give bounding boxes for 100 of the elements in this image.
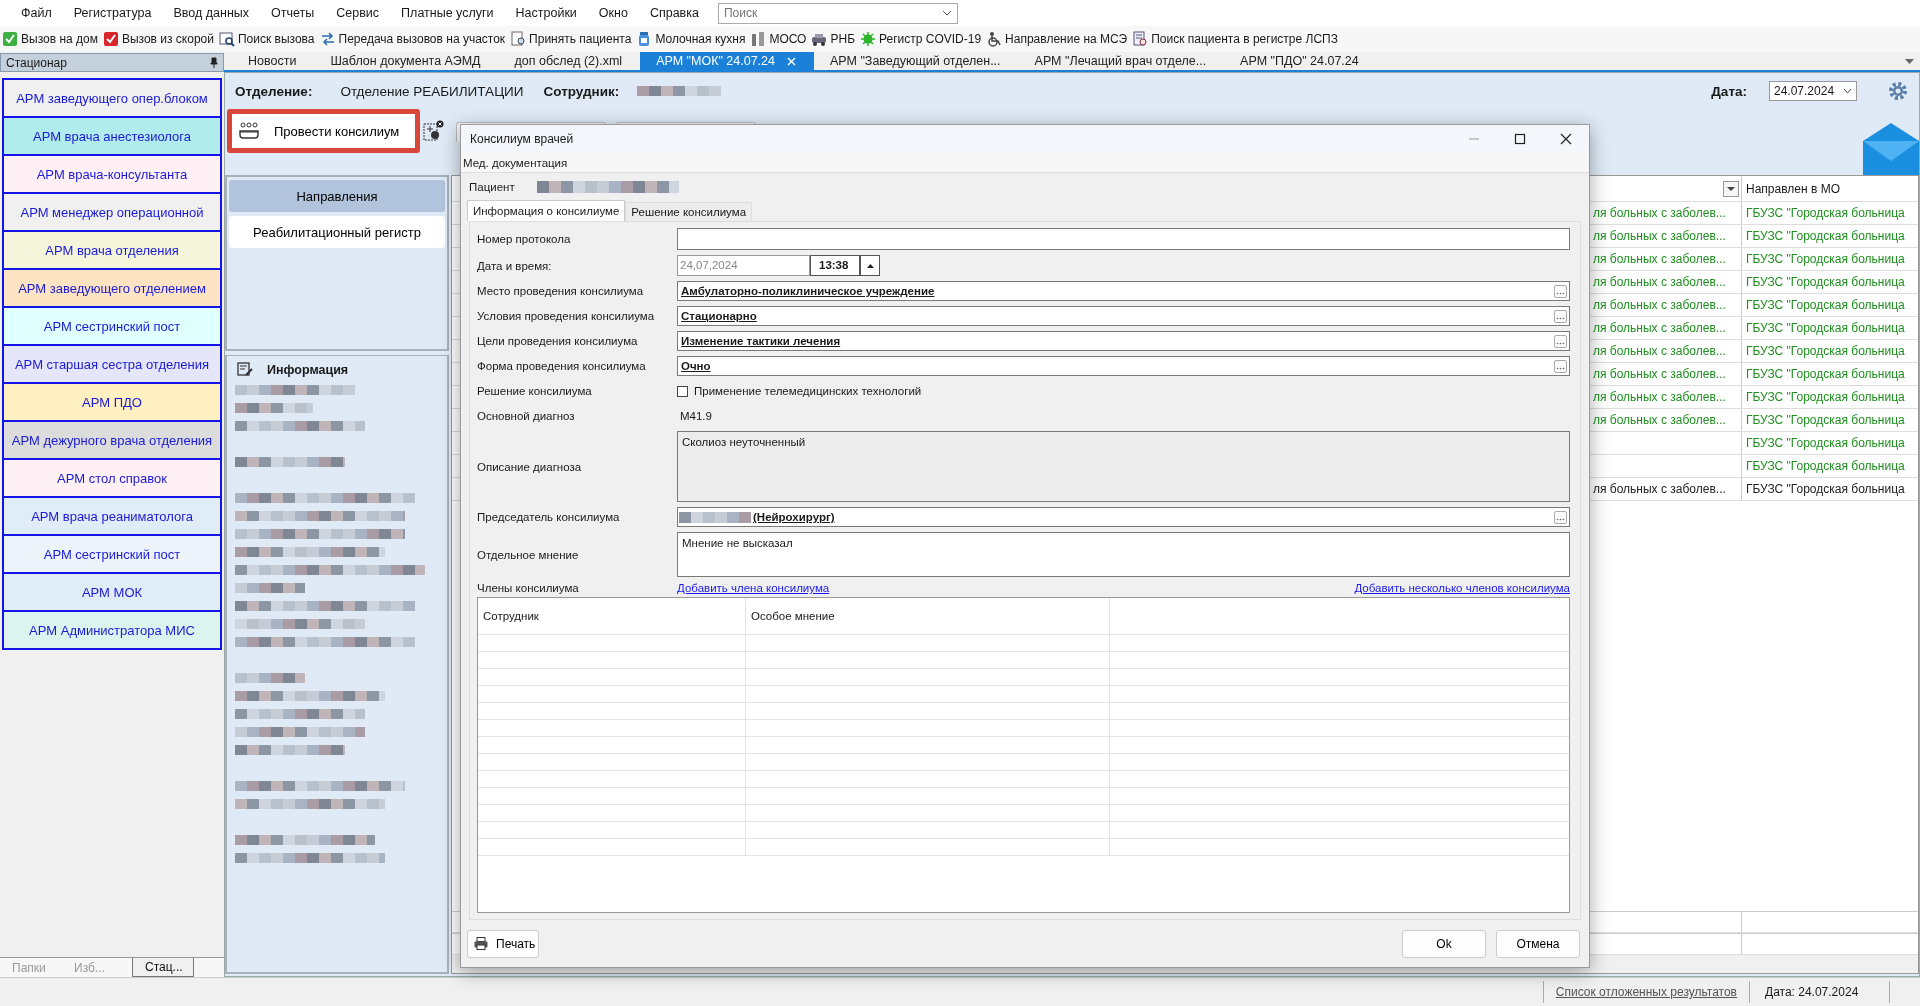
sidebar-button[interactable]: АРМ ПДО [2, 382, 222, 422]
toolbar-button[interactable]: Принять пациента [510, 31, 632, 47]
text-area[interactable]: Мнение не высказал [677, 532, 1570, 577]
ellipsis-icon [1556, 341, 1565, 345]
filter-dropdown[interactable] [1723, 180, 1739, 197]
link[interactable]: Добавить несколько членов консилиума [1354, 582, 1570, 594]
menu-item[interactable]: Ввод данных [162, 6, 261, 20]
text-area[interactable]: Сколиоз неуточненный [677, 431, 1570, 502]
cancel-button[interactable]: Отмена [1496, 929, 1580, 958]
tab[interactable]: Информация о консилиуме [467, 200, 626, 221]
link[interactable]: Добавить члена консилиума [677, 582, 830, 594]
input-field[interactable] [677, 228, 1570, 250]
field-label: Цели проведения консилиума [477, 335, 639, 347]
menu-item[interactable]: Окно [587, 6, 639, 20]
lookup-field[interactable]: (Нейрохирург) [677, 507, 1570, 527]
toolbar-button[interactable]: РНБ [811, 31, 855, 47]
field-label: Пациент [469, 181, 515, 193]
tab[interactable]: Решение консилиума [625, 202, 753, 221]
toolbar-button[interactable]: Вызов из скорой [102, 31, 214, 47]
field-value: M41.9 [679, 410, 712, 422]
nav-item[interactable]: Направления [229, 180, 445, 212]
search-field[interactable]: Поиск [717, 2, 958, 24]
toolbar-button[interactable]: Поиск пациента в регистре ЛСПЗ [1132, 31, 1338, 47]
link[interactable]: Список отложенных результатов [1542, 981, 1750, 1003]
sidebar-button[interactable]: АРМ врача отделения [2, 230, 222, 270]
toolbar-button[interactable]: Передача вызовов на участок [319, 31, 506, 47]
document-remove-icon [422, 120, 444, 142]
sidebar-button[interactable]: АРМ сестринский пост [2, 306, 222, 346]
action-button[interactable]: Провести консилиум [227, 109, 420, 153]
tab[interactable]: Шаблон документа АЭМД [314, 52, 499, 70]
toolbar-button[interactable] [420, 120, 446, 142]
menu-item[interactable]: Настройки [504, 6, 588, 20]
toolbar-button[interactable]: Вызов на дом [2, 31, 98, 47]
toolbar-button[interactable]: Поиск вызова [219, 31, 315, 47]
section-title: Информация [267, 362, 349, 377]
table-cell: ля больных с заболев... [1593, 367, 1726, 381]
field-label: Основной диагноз [477, 410, 576, 422]
field-label: Описание диагноза [477, 460, 583, 473]
browse-button[interactable] [1554, 284, 1567, 298]
dropdown-arrow-icon [1905, 58, 1914, 64]
sidebar-button[interactable]: АРМ МОК [2, 572, 222, 612]
sidebar-button[interactable]: АРМ врача анестезиолога [2, 116, 222, 156]
ellipsis-icon [1556, 366, 1565, 370]
virus-icon [860, 31, 876, 47]
tab[interactable]: АРМ "Заведующий отделен... [814, 52, 1019, 70]
sidebar-button[interactable]: АРМ Администратора МИС [2, 610, 222, 650]
menu-item[interactable]: Платные услуги [390, 6, 505, 20]
table-cell: ГБУЗС "Городская больница [1746, 298, 1905, 312]
menu-item[interactable]: Мед. документация [463, 156, 568, 169]
toolbar-button[interactable]: МОСО [750, 31, 807, 47]
table-cell: ля больных с заболев... [1593, 413, 1726, 427]
toolbar-button[interactable]: Молочная кухня [636, 31, 746, 47]
print-button[interactable]: Печать [467, 929, 539, 958]
browse-button[interactable] [1554, 359, 1567, 373]
menu-item[interactable]: Сервис [325, 6, 391, 20]
checkbox[interactable] [677, 385, 688, 397]
tab[interactable]: Новости [232, 52, 315, 70]
sidebar-button[interactable]: АРМ дежурного врача отделения [2, 420, 222, 460]
panel-title: Стационар [6, 55, 67, 70]
lookup-field[interactable]: Изменение тактики лечения [677, 331, 1570, 351]
column-header: Сотрудник [478, 598, 746, 634]
window-title: Консилиум врачей [470, 132, 574, 146]
menu-item[interactable]: Отчеты [260, 6, 326, 20]
table-cell: ГБУЗС "Городская больница [1746, 390, 1905, 404]
field-label: Члены консилиума [477, 582, 580, 594]
table-cell: ГБУЗС "Городская больница [1746, 321, 1905, 335]
time-field[interactable]: 13:38 [810, 255, 860, 276]
lookup-field[interactable]: Амбулаторно-поликлиническое учреждение [677, 281, 1570, 301]
tab[interactable]: АРМ "МОК" 24.07.24 [640, 52, 814, 70]
toolbar-button[interactable]: Регистр COVID-19 [860, 31, 982, 47]
browse-button[interactable] [1554, 510, 1567, 524]
sidebar-button[interactable]: АРМ врача-консультанта [2, 154, 222, 194]
nav-item[interactable]: Реабилитационный регистр [229, 216, 445, 248]
dropdown-arrow-icon [1727, 186, 1735, 191]
menu-item[interactable]: Справка [638, 6, 710, 20]
sidebar-button[interactable]: АРМ заведующего опер.блоком [2, 78, 222, 118]
spin-button[interactable] [860, 255, 880, 276]
sidebar-button[interactable]: АРМ заведующего отделением [2, 268, 222, 308]
date-field[interactable]: 24.07.2024 [1769, 81, 1857, 101]
lookup-field[interactable]: Очно [677, 356, 1570, 376]
tab[interactable]: Стац... [132, 958, 194, 977]
table-cell: ГБУЗС "Городская больница [1746, 344, 1905, 358]
browse-button[interactable] [1554, 309, 1567, 323]
sidebar-button[interactable]: АРМ сестринский пост [2, 534, 222, 574]
date-field[interactable]: 24,07,2024 [677, 255, 810, 276]
ok-button[interactable]: Ok [1402, 929, 1486, 958]
menu-item[interactable]: Регистратура [62, 6, 163, 20]
sidebar-button[interactable]: АРМ стол справок [2, 458, 222, 498]
sidebar-button[interactable]: АРМ менеджер операционной [2, 192, 222, 232]
lookup-field[interactable]: Стационарно [677, 306, 1570, 326]
sidebar-button[interactable]: АРМ старшая сестра отделения [2, 344, 222, 384]
tab[interactable]: АРМ "Лечащий врач отделе... [1018, 52, 1225, 70]
sidebar-button[interactable]: АРМ врача реаниматолога [2, 496, 222, 536]
tab[interactable]: доп обслед (2).xml [498, 52, 641, 70]
browse-button[interactable] [1554, 334, 1567, 348]
tab[interactable]: АРМ "ПДО" 24.07.24 [1224, 52, 1377, 70]
table-cell: ГБУЗС "Городская больница [1746, 482, 1905, 496]
field-label: Место проведения консилиума [477, 285, 645, 297]
menu-item[interactable]: Файл [10, 6, 63, 20]
toolbar-button[interactable]: Направление на МСЭ [986, 31, 1128, 47]
